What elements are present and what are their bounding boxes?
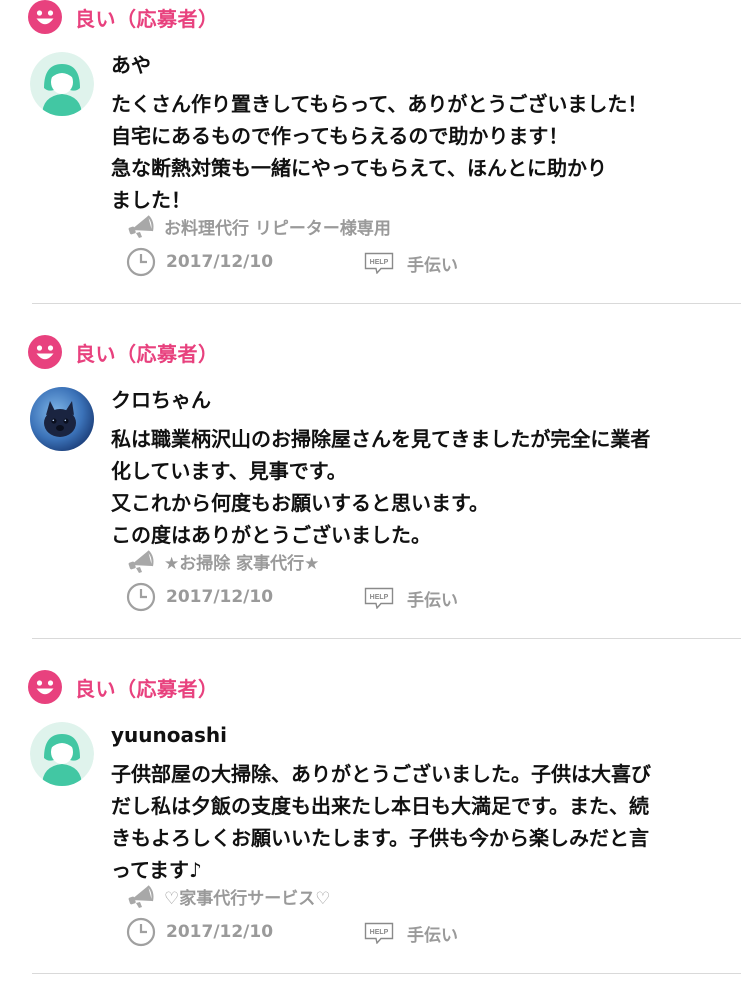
service-name[interactable]: ★お掃除 家事代行★: [164, 549, 319, 574]
comment-line: だし私は夕飯の支度も出来たし本日も大満足です。また、続: [111, 794, 649, 818]
review-item: 良い（応募者） クロちゃん 私は職業柄沢山のお掃除屋さんを見てきましたが完全に業…: [0, 335, 741, 670]
megaphone-icon: [128, 885, 154, 908]
comment-line: たくさん作り置きしてもらって、ありがとうございました！: [111, 92, 648, 116]
comment-line: 自宅にあるもので作ってもらえるので助かります！: [111, 124, 569, 148]
service-name[interactable]: お料理代行 リピーター様専用: [164, 214, 391, 239]
date-row: 2017/12/10: [126, 247, 273, 277]
clock-icon: [126, 247, 156, 277]
review-date: 2017/12/10: [166, 252, 274, 272]
smile-icon: [28, 335, 62, 369]
svg-text:HELP: HELP: [370, 594, 389, 601]
user-avatar[interactable]: [30, 722, 94, 786]
category-row: HELP 手伝い: [364, 920, 458, 946]
category-row: HELP 手伝い: [364, 585, 458, 611]
review-date: 2017/12/10: [166, 587, 274, 607]
review-comment: 私は職業柄沢山のお掃除屋さんを見てきましたが完全に業者 化しています、見事です。又…: [111, 423, 731, 551]
comment-line: 子供部屋の大掃除、ありがとうございました。子供は大喜び: [111, 762, 651, 786]
svg-text:HELP: HELP: [370, 259, 389, 266]
smile-icon: [28, 0, 62, 34]
username[interactable]: あや: [111, 52, 151, 78]
dog-photo-avatar: [30, 387, 94, 451]
review-item: 良い（応募者） あや たくさん作り置きしてもらって、ありがとうございました！ 自宅…: [0, 0, 741, 335]
review-item: 良い（応募者） yuunoashi 子供部屋の大掃除、ありがとうございました。子…: [0, 670, 741, 1005]
date-row: 2017/12/10: [126, 582, 273, 612]
username[interactable]: クロちゃん: [111, 387, 211, 413]
help-tag-icon: HELP: [364, 922, 394, 944]
service-row[interactable]: ★お掃除 家事代行★: [128, 547, 319, 575]
comment-line: 急な断熱対策も一緒にやってもらえて、ほんとに助かり: [111, 156, 607, 180]
comment-line: 私は職業柄沢山のお掃除屋さんを見てきましたが完全に業者: [111, 427, 651, 451]
svg-text:HELP: HELP: [370, 929, 389, 936]
service-row[interactable]: ♡家事代行サービス♡: [128, 882, 330, 910]
rating-row: 良い（応募者）: [28, 0, 219, 34]
category-row: HELP 手伝い: [364, 250, 458, 276]
category-label: 手伝い: [407, 255, 458, 276]
review-comment: 子供部屋の大掃除、ありがとうございました。子供は大喜び だし私は夕飯の支度も出来た…: [111, 758, 731, 886]
comment-line: 化しています、見事です。: [111, 459, 347, 483]
user-avatar[interactable]: [30, 52, 94, 116]
username[interactable]: yuunoashi: [111, 722, 227, 748]
comment-line: きもよろしくお願いいたします。子供も今から楽しみだと言: [111, 826, 649, 850]
review-date: 2017/12/10: [166, 922, 274, 942]
megaphone-icon: [128, 550, 154, 573]
smile-icon: [28, 670, 62, 704]
category-label: 手伝い: [407, 925, 458, 946]
clock-icon: [126, 582, 156, 612]
rating-row: 良い（応募者）: [28, 670, 219, 704]
rating-label: 良い（応募者）: [75, 341, 219, 366]
user-avatar[interactable]: [30, 387, 94, 451]
megaphone-icon: [128, 215, 154, 238]
help-tag-icon: HELP: [364, 587, 394, 609]
review-list: 良い（応募者） あや たくさん作り置きしてもらって、ありがとうございました！ 自宅…: [0, 0, 741, 1005]
rating-label: 良い（応募者）: [75, 676, 219, 701]
review-comment: たくさん作り置きしてもらって、ありがとうございました！ 自宅にあるもので作ってもら…: [111, 88, 731, 216]
category-label: 手伝い: [407, 590, 458, 611]
divider: [32, 638, 741, 639]
comment-line: 又これから何度もお願いすると思います。: [111, 491, 489, 515]
default-avatar-icon: [30, 52, 94, 116]
default-avatar-icon: [30, 722, 94, 786]
rating-label: 良い（応募者）: [75, 6, 219, 31]
rating-row: 良い（応募者）: [28, 335, 219, 369]
divider: [32, 303, 741, 304]
help-tag-icon: HELP: [364, 252, 394, 274]
clock-icon: [126, 917, 156, 947]
service-name[interactable]: ♡家事代行サービス♡: [164, 884, 330, 909]
service-row[interactable]: お料理代行 リピーター様専用: [128, 212, 391, 240]
date-row: 2017/12/10: [126, 917, 273, 947]
divider: [32, 973, 741, 974]
